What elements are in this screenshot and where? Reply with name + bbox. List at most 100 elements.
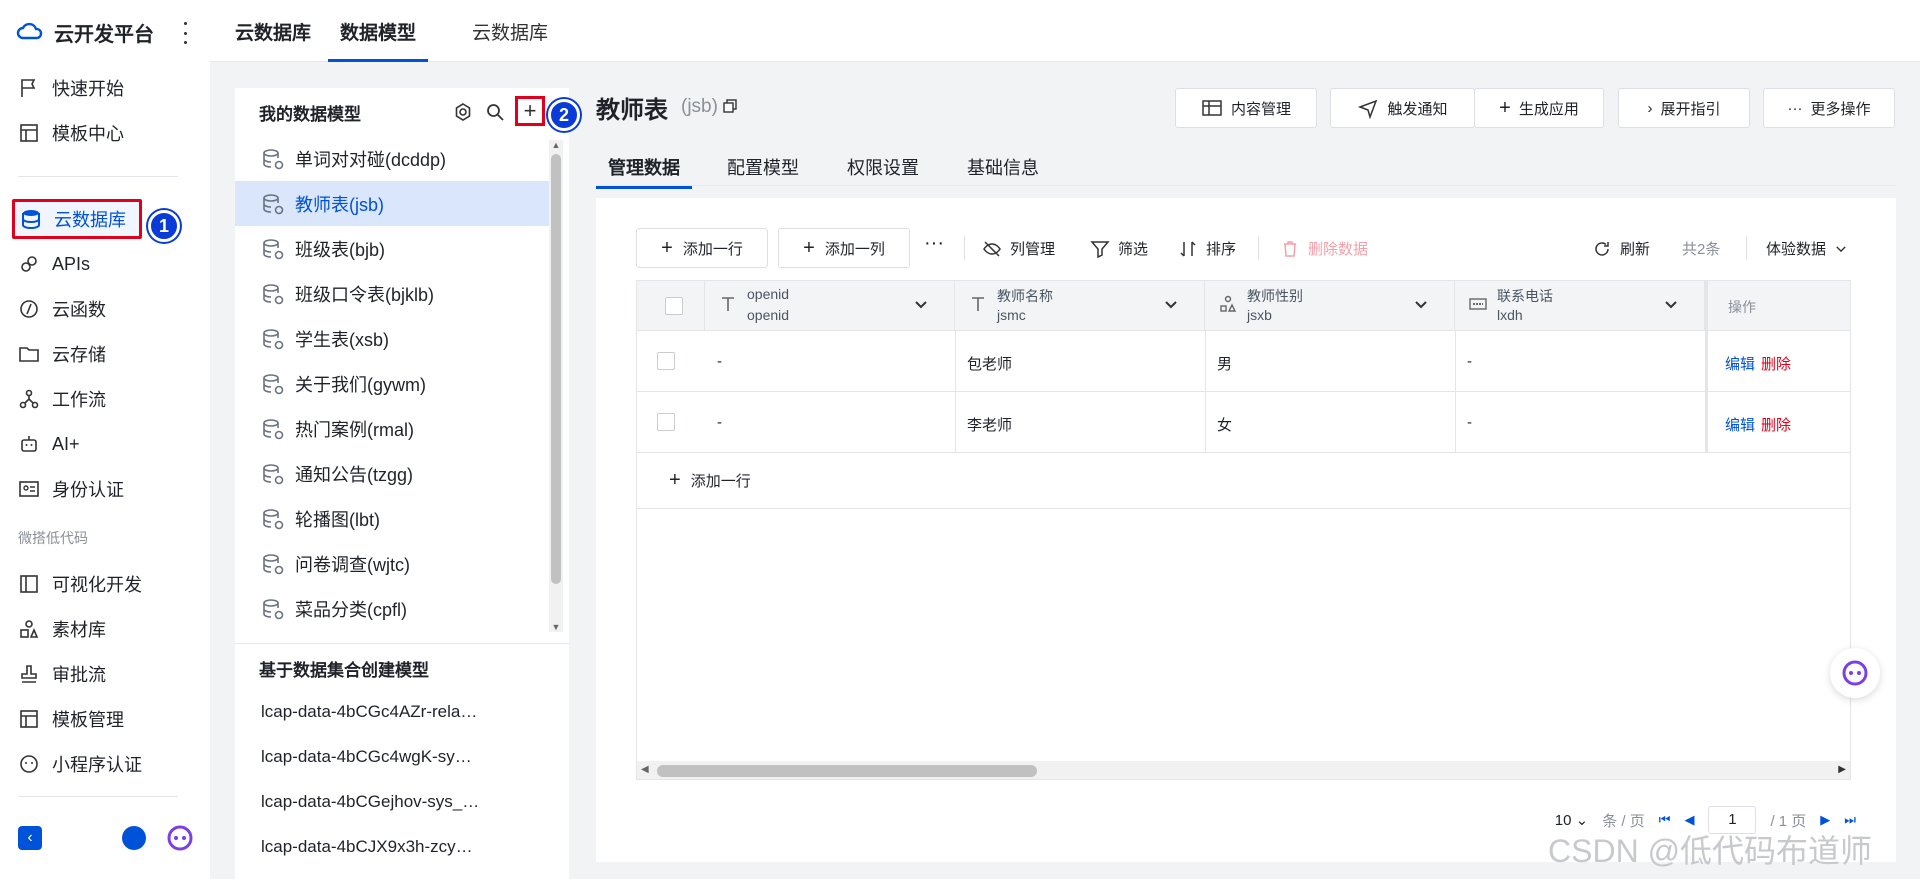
cell-openid[interactable]: - bbox=[717, 414, 722, 431]
cell-jsxb[interactable]: 女 bbox=[1217, 414, 1232, 435]
add-column-button[interactable]: + 添加一列 bbox=[778, 228, 910, 268]
sidebar-item-assets[interactable]: 素材库 bbox=[14, 609, 184, 649]
dataset-item[interactable]: lcap-data-4bCJX9x3h-zcy… bbox=[261, 837, 551, 857]
add-row-button[interactable]: + 添加一行 bbox=[636, 228, 768, 268]
chevron-down-icon[interactable] bbox=[1414, 297, 1428, 311]
cell-jsxb[interactable]: 男 bbox=[1217, 353, 1232, 374]
sort-button[interactable]: 排序 bbox=[1178, 238, 1236, 259]
tab-manage-data[interactable]: 管理数据 bbox=[596, 154, 692, 189]
row-checkbox[interactable] bbox=[657, 352, 675, 370]
dataset-item[interactable]: lcap-data-4bCGc4AZr-rela… bbox=[261, 702, 551, 722]
model-item[interactable]: 班级口令表(bjklb) bbox=[235, 271, 549, 316]
table-row[interactable]: - 包老师 男 - 编辑 删除 bbox=[637, 331, 1850, 392]
column-header-lxdh[interactable]: 联系电话 lxdh bbox=[1455, 281, 1705, 331]
sidebar-item-cloud-storage[interactable]: 云存储 bbox=[14, 334, 184, 374]
tab-basic-info[interactable]: 基础信息 bbox=[967, 154, 1039, 180]
add-row-footer-button[interactable]: + 添加一行 bbox=[637, 453, 1850, 509]
search-icon[interactable] bbox=[485, 102, 505, 122]
filter-button[interactable]: 筛选 bbox=[1090, 238, 1148, 259]
tab-data-model[interactable]: 数据模型 bbox=[327, 0, 429, 62]
sidebar: 云开发平台 快速开始 模板中心 云数据库 1 APIs 云函数 云存储 工作流 … bbox=[0, 0, 210, 879]
chevron-down-icon[interactable] bbox=[914, 297, 928, 311]
sidebar-item-cloud-database[interactable]: 云数据库 bbox=[12, 199, 142, 239]
row-checkbox[interactable] bbox=[657, 413, 675, 431]
collapse-sidebar-button[interactable]: ‹ bbox=[18, 826, 42, 850]
dataset-item[interactable]: lcap-data-4bCGc4wgK-sy… bbox=[261, 747, 551, 767]
sidebar-item-workflow[interactable]: 工作流 bbox=[14, 379, 184, 419]
scroll-right-icon[interactable]: ▶ bbox=[1838, 764, 1846, 775]
sidebar-item-identity[interactable]: 身份认证 bbox=[14, 469, 184, 509]
scrollbar-thumb[interactable] bbox=[657, 765, 1037, 777]
column-header-jsmc[interactable]: 教师名称 jsmc bbox=[955, 281, 1205, 331]
user-avatar-icon[interactable] bbox=[122, 826, 146, 850]
sidebar-item-quickstart[interactable]: 快速开始 bbox=[14, 68, 184, 108]
table-horizontal-scrollbar[interactable]: ◀ ▶ bbox=[637, 761, 1850, 779]
scrollbar-thumb[interactable] bbox=[551, 154, 561, 584]
button-label: 内容管理 bbox=[1230, 100, 1291, 118]
more-horizontal-icon: ··· bbox=[1787, 99, 1803, 117]
tab-cloud-database[interactable]: 云数据库 bbox=[472, 0, 548, 62]
chevron-down-icon[interactable] bbox=[1164, 297, 1178, 311]
sidebar-item-label: 快速开始 bbox=[52, 79, 124, 99]
more-horizontal-icon[interactable]: ··· bbox=[924, 232, 944, 255]
scroll-down-icon[interactable]: ▼ bbox=[551, 622, 561, 632]
cell-lxdh[interactable]: - bbox=[1467, 414, 1472, 431]
model-item[interactable]: 热门案例(rmal) bbox=[235, 406, 549, 451]
sidebar-item-apis[interactable]: APIs bbox=[14, 244, 184, 284]
trigger-notify-button[interactable]: 触发通知 bbox=[1330, 88, 1475, 128]
scroll-up-icon[interactable]: ▲ bbox=[551, 140, 561, 150]
refresh-button[interactable]: 刷新 bbox=[1592, 238, 1650, 259]
tab-permission[interactable]: 权限设置 bbox=[847, 154, 919, 180]
data-table: openid openid 教师名称 jsmc 教师性别 jsxb 联系电话 l… bbox=[636, 280, 1851, 780]
brand[interactable]: 云开发平台 bbox=[16, 16, 154, 48]
env-select[interactable]: 体验数据 bbox=[1766, 238, 1848, 259]
table-row[interactable]: - 李老师 女 - 编辑 删除 bbox=[637, 392, 1850, 453]
assistant-icon[interactable] bbox=[166, 824, 194, 852]
cell-jsmc[interactable]: 李老师 bbox=[967, 414, 1012, 435]
model-item[interactable]: 通知公告(tzgg) bbox=[235, 451, 549, 496]
sidebar-item-template-center[interactable]: 模板中心 bbox=[14, 113, 184, 153]
column-header-openid[interactable]: openid openid bbox=[705, 281, 955, 331]
assistant-float-button[interactable] bbox=[1830, 648, 1880, 698]
sidebar-item-approval[interactable]: 审批流 bbox=[14, 654, 184, 694]
model-item-selected[interactable]: 教师表(jsb) bbox=[235, 181, 549, 226]
sidebar-item-ai[interactable]: AI+ bbox=[14, 424, 184, 464]
settings-icon[interactable] bbox=[453, 102, 473, 122]
cell-lxdh[interactable]: - bbox=[1467, 353, 1472, 370]
sidebar-item-visual-dev[interactable]: 可视化开发 bbox=[14, 564, 184, 604]
sidebar-item-miniprogram-auth[interactable]: 小程序认证 bbox=[14, 744, 184, 784]
select-all-checkbox[interactable] bbox=[665, 297, 683, 315]
edit-link[interactable]: 编辑 bbox=[1725, 417, 1755, 434]
model-item[interactable]: 轮播图(lbt) bbox=[235, 496, 549, 541]
model-item[interactable]: 菜品分类(cpfl) bbox=[235, 586, 549, 631]
database-icon bbox=[263, 418, 284, 439]
expand-guide-button[interactable]: › 展开指引 bbox=[1618, 88, 1750, 128]
delete-link[interactable]: 删除 bbox=[1761, 417, 1791, 434]
model-item[interactable]: 问卷调查(wjtc) bbox=[235, 541, 549, 586]
delete-data-button[interactable]: 删除数据 bbox=[1280, 238, 1368, 259]
chevron-down-icon[interactable] bbox=[1664, 297, 1678, 311]
more-vertical-icon[interactable] bbox=[178, 22, 192, 44]
copy-icon[interactable] bbox=[723, 99, 737, 113]
cell-openid[interactable]: - bbox=[717, 353, 722, 370]
sidebar-item-cloud-function[interactable]: 云函数 bbox=[14, 289, 184, 329]
cell-jsmc[interactable]: 包老师 bbox=[967, 353, 1012, 374]
more-actions-button[interactable]: ··· 更多操作 bbox=[1763, 88, 1895, 128]
column-name: 教师性别 bbox=[1247, 288, 1303, 304]
scroll-left-icon[interactable]: ◀ bbox=[641, 764, 649, 775]
edit-link[interactable]: 编辑 bbox=[1725, 356, 1755, 373]
add-model-button[interactable]: + bbox=[515, 96, 545, 126]
model-item[interactable]: 关于我们(gywm) bbox=[235, 361, 549, 406]
column-manage-button[interactable]: 列管理 bbox=[982, 238, 1055, 259]
model-item[interactable]: 单词对对碰(dcddp) bbox=[235, 136, 549, 181]
generate-app-button[interactable]: + 生成应用 bbox=[1474, 88, 1604, 128]
model-list-scrollbar[interactable]: ▲ ▼ bbox=[549, 140, 563, 632]
column-header-jsxb[interactable]: 教师性别 jsxb bbox=[1205, 281, 1455, 331]
tab-config-model[interactable]: 配置模型 bbox=[727, 154, 799, 180]
dataset-item[interactable]: lcap-data-4bCGejhov-sys_… bbox=[261, 792, 551, 812]
model-item[interactable]: 班级表(bjb) bbox=[235, 226, 549, 271]
content-manage-button[interactable]: 内容管理 bbox=[1175, 88, 1317, 128]
model-item[interactable]: 学生表(xsb) bbox=[235, 316, 549, 361]
sidebar-item-template-manage[interactable]: 模板管理 bbox=[14, 699, 184, 739]
delete-link[interactable]: 删除 bbox=[1761, 356, 1791, 373]
